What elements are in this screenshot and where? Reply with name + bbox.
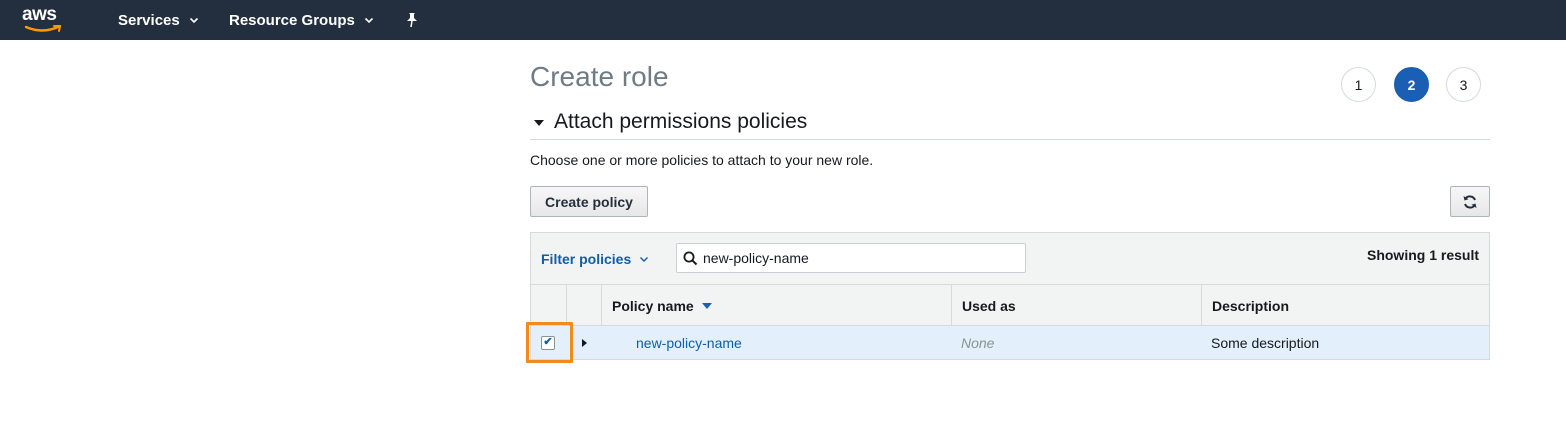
top-navigation-bar: aws Services Resource Groups	[0, 0, 1566, 40]
sort-descending-icon	[701, 302, 712, 309]
pin-icon[interactable]	[404, 0, 420, 40]
pin-glyph	[407, 13, 417, 28]
chevron-down-icon	[640, 257, 649, 262]
refresh-icon	[1463, 194, 1477, 209]
used-as-cell: None	[961, 334, 995, 351]
table-header: Policy name Used as Description	[531, 285, 1489, 326]
description-cell: Some description	[1211, 334, 1320, 351]
policy-name-column-header[interactable]: Policy name	[601, 285, 951, 326]
chevron-down-icon	[364, 17, 373, 24]
services-label: Services	[118, 11, 180, 29]
search-input[interactable]	[703, 250, 1003, 266]
result-count: Showing 1 result	[1366, 247, 1479, 263]
checkbox-highlight-box	[526, 322, 573, 363]
section-title: Attach permissions policies	[554, 109, 808, 133]
search-icon	[683, 251, 698, 265]
row-expand-cell	[582, 326, 587, 359]
description-column-header[interactable]: Description	[1201, 285, 1489, 326]
aws-logo[interactable]: aws	[22, 4, 66, 34]
attach-policies-section-header[interactable]: Attach permissions policies	[530, 110, 1490, 140]
step-1-indicator[interactable]: 1	[1341, 67, 1376, 102]
filter-policies-label: Filter policies	[541, 251, 632, 267]
resource-groups-label: Resource Groups	[229, 11, 355, 29]
filter-bar: Filter policies Showing 1 result	[531, 233, 1489, 285]
section-description: Choose one or more policies to attach to…	[530, 152, 874, 168]
filter-policies-dropdown[interactable]: Filter policies	[541, 251, 649, 267]
used-as-column-header[interactable]: Used as	[951, 285, 1201, 326]
policy-name-link[interactable]: new-policy-name	[636, 326, 742, 359]
aws-logo-text: aws	[22, 4, 57, 25]
page-title: Create role	[530, 61, 669, 92]
resource-groups-menu[interactable]: Resource Groups	[229, 0, 374, 40]
select-column-header	[531, 285, 566, 326]
create-policy-button[interactable]: Create policy	[530, 186, 648, 217]
step-2-indicator[interactable]: 2	[1394, 67, 1429, 102]
caret-right-icon[interactable]	[582, 338, 587, 347]
policies-table-panel: Filter policies Showing 1 result Policy …	[530, 232, 1490, 360]
refresh-button[interactable]	[1450, 186, 1490, 217]
caret-down-icon	[534, 119, 544, 126]
policy-name-header-label: Policy name	[612, 297, 694, 314]
step-3-indicator[interactable]: 3	[1446, 67, 1481, 102]
chevron-down-icon	[189, 17, 198, 24]
search-field[interactable]	[676, 243, 1026, 273]
table-row[interactable]: ✔ new-policy-name None Some description	[531, 326, 1489, 359]
expand-column-header	[566, 285, 601, 326]
aws-smile-icon	[24, 25, 62, 32]
services-menu[interactable]: Services	[118, 0, 199, 40]
